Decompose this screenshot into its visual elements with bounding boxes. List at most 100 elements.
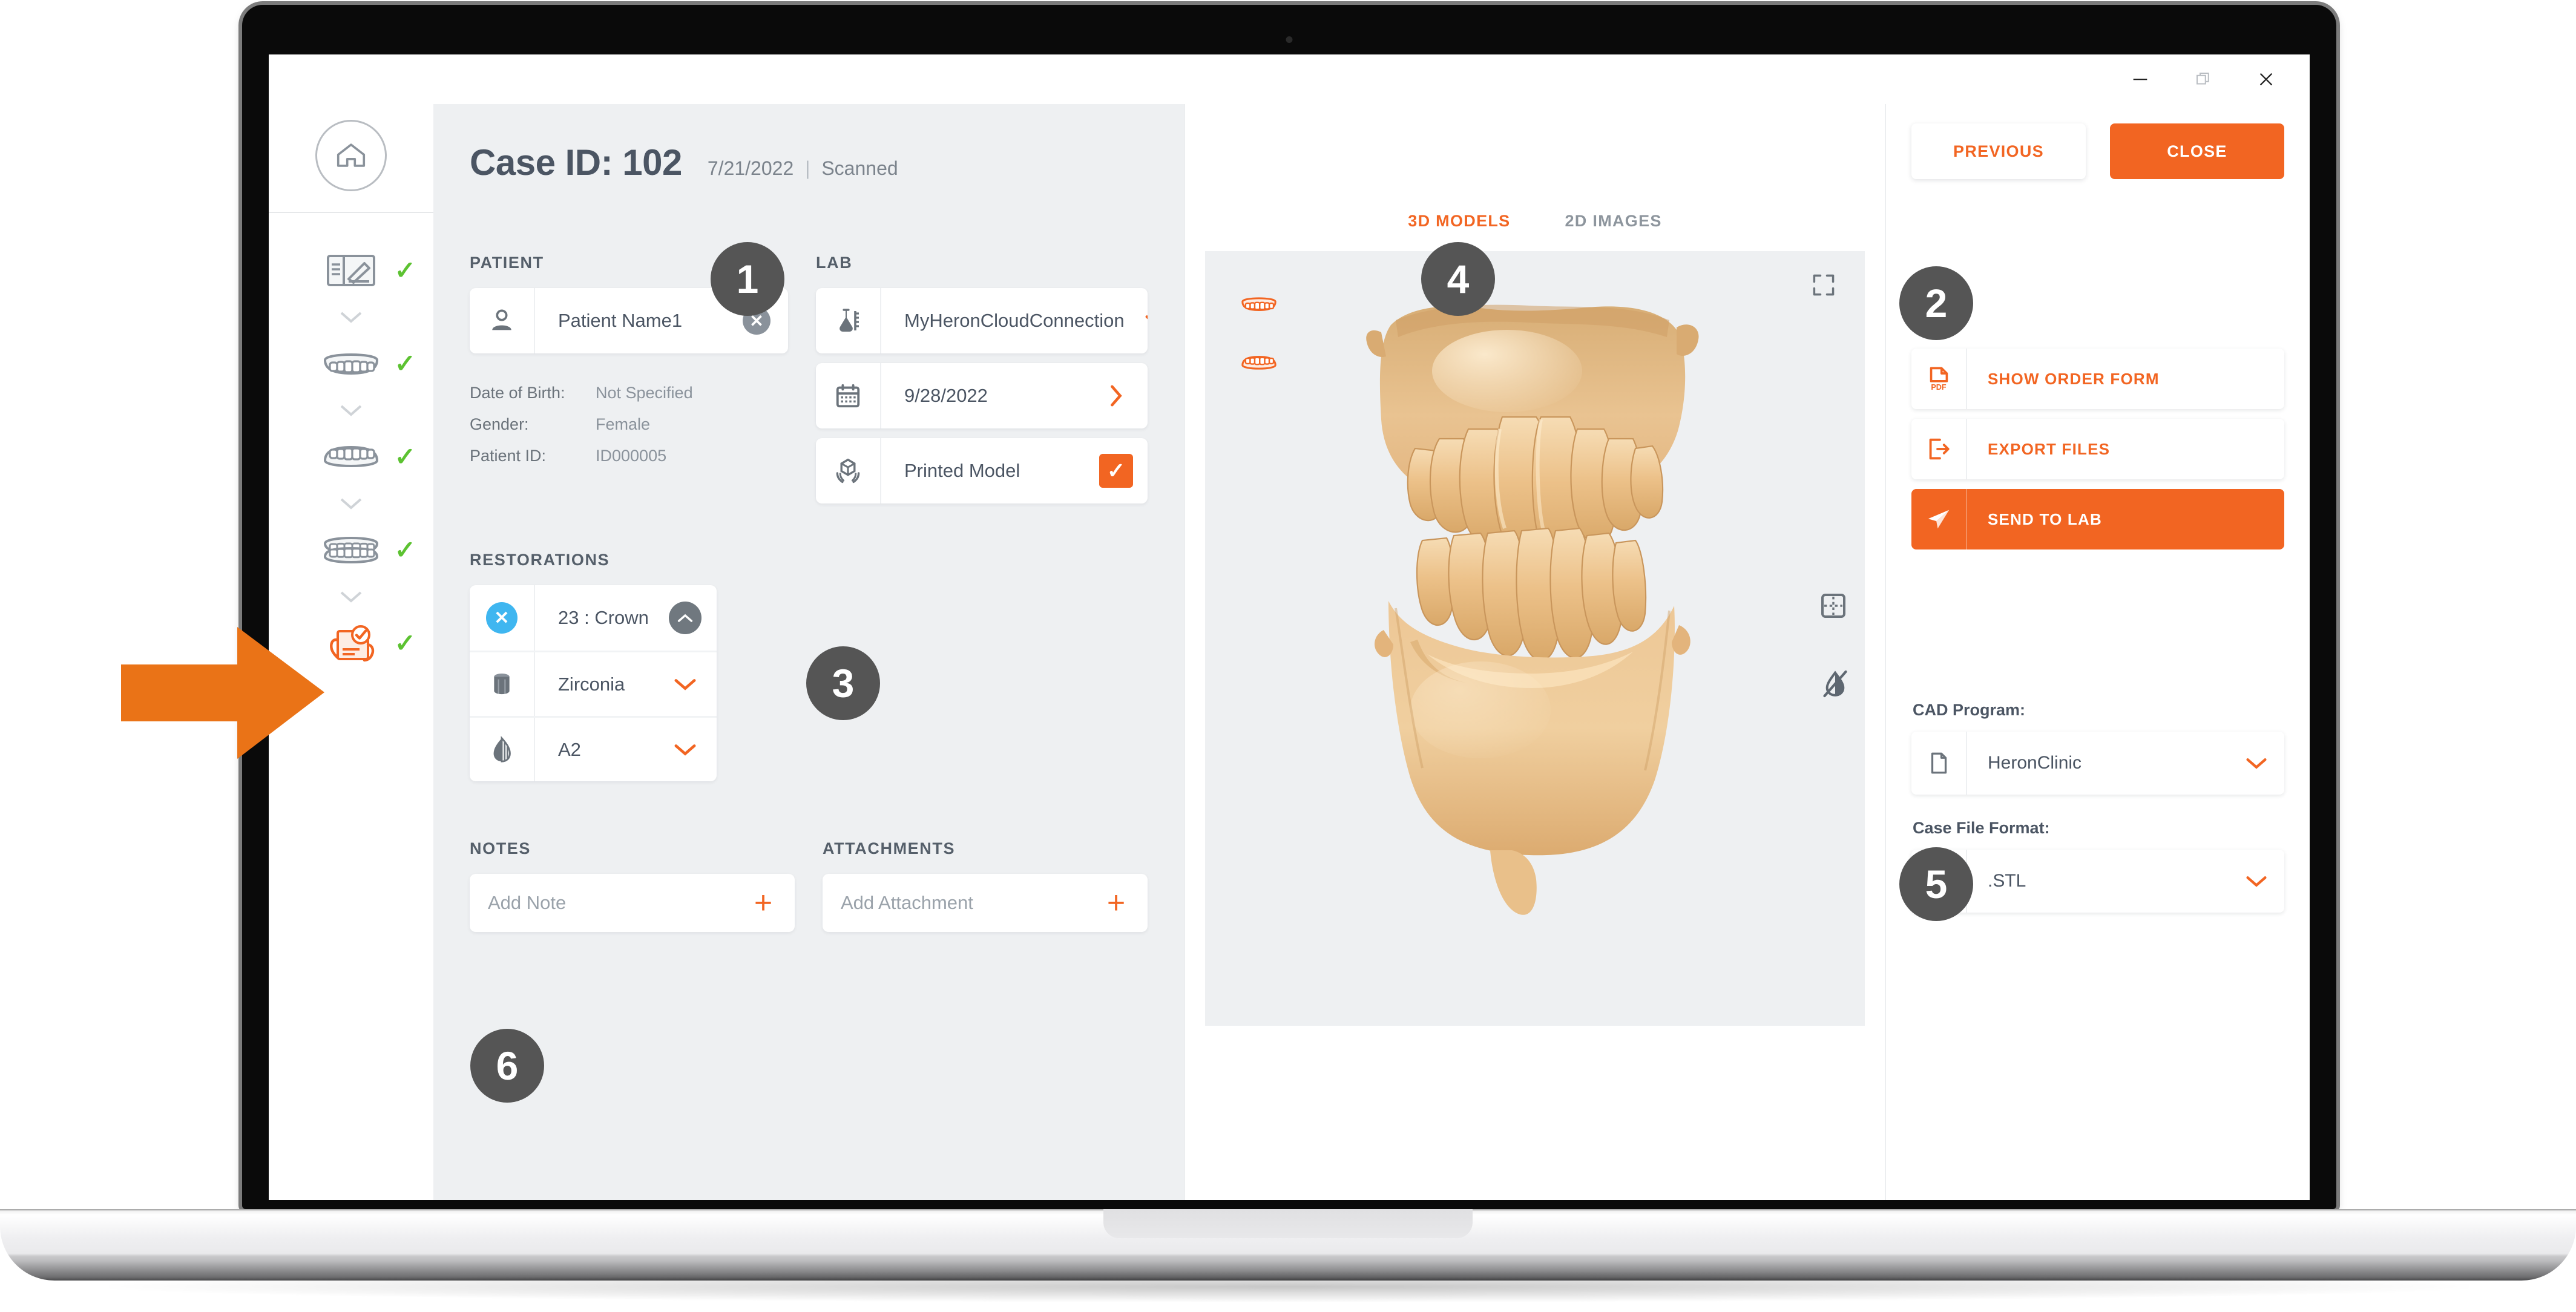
check-icon: ✓ xyxy=(1099,454,1133,488)
callout-badge-1: 1 xyxy=(711,242,784,316)
plus-icon: + xyxy=(1106,885,1126,920)
model-viewer-panel: 3D MODELS 2D IMAGES xyxy=(1184,104,1886,1200)
lab-due-date-next-button[interactable] xyxy=(1085,384,1148,407)
step-check-icon: ✓ xyxy=(394,442,416,471)
add-note-button[interactable]: + xyxy=(732,887,795,919)
app-window: ✓ ✓ ✓ ✓ ✓ Case ID: 102 7/21/2022 | Scann… xyxy=(269,54,2310,1200)
case-file-format-label: Case File Format: xyxy=(1913,819,2050,837)
callout-badge-4: 4 xyxy=(1421,242,1495,316)
add-attachment-placeholder: Add Attachment xyxy=(841,892,973,913)
tab-2d-images[interactable]: 2D IMAGES xyxy=(1565,212,1661,231)
calendar-icon xyxy=(816,363,881,428)
lower-arch-icon xyxy=(318,429,384,485)
detail-row: Patient ID: ID000005 xyxy=(470,441,788,472)
detail-label: Gender: xyxy=(470,415,529,433)
notes-attachments-columns: NOTES Add Note + ATTACHMENTS Add Attachm… xyxy=(470,839,1148,932)
expand-button[interactable] xyxy=(1810,272,1837,298)
previous-button[interactable]: PREVIOUS xyxy=(1911,123,2086,179)
upper-arch-toggle[interactable] xyxy=(1240,295,1278,314)
restoration-material-row[interactable]: Zirconia xyxy=(470,651,717,716)
notes-card: Add Note + xyxy=(470,874,795,932)
add-note-row[interactable]: Add Note + xyxy=(470,874,795,932)
close-button[interactable] xyxy=(2235,57,2298,101)
case-file-format-value: .STL xyxy=(1988,871,2026,891)
laptop-base-notch xyxy=(1103,1209,1473,1238)
minimize-button[interactable] xyxy=(2109,57,2172,101)
case-file-format-dropdown-button[interactable] xyxy=(2229,875,2284,888)
dental-model-3d[interactable] xyxy=(1347,284,1723,980)
restoration-material-dropdown-button[interactable] xyxy=(654,678,717,691)
step-check-icon: ✓ xyxy=(394,536,416,564)
add-attachment-button[interactable]: + xyxy=(1085,887,1148,919)
patient-lab-columns: PATIENT Patient Name1 ✕ Date of Birth: N… xyxy=(470,254,1148,503)
maximize-icon xyxy=(2196,73,2209,85)
sidebar-item-upper-arch[interactable]: ✓ xyxy=(281,330,421,397)
grid-button[interactable] xyxy=(1819,591,1848,620)
restorations-section-label: RESTORATIONS xyxy=(470,551,610,569)
restoration-tooth-row[interactable]: ✕ 23 : Crown xyxy=(470,585,717,651)
chevron-down-icon xyxy=(2246,758,2267,769)
detail-value: Female xyxy=(596,415,651,433)
cad-program-dropdown-button[interactable] xyxy=(2229,757,2284,770)
lab-column: LAB MyHeronCloudConnection 9/28/2022 Pri… xyxy=(816,254,1148,503)
step-chevron-icon-4 xyxy=(281,583,421,610)
grid-icon xyxy=(1821,594,1845,618)
printed-model-row[interactable]: Printed Model ✓ xyxy=(816,438,1148,503)
flask-icon xyxy=(816,288,881,353)
pointer-arrow-icon xyxy=(121,627,324,759)
expand-icon xyxy=(1813,274,1835,296)
export-files-button[interactable]: EXPORT FILES xyxy=(1911,419,2284,479)
navigation-buttons: PREVIOUS CLOSE xyxy=(1911,123,2284,179)
attachments-column: ATTACHMENTS Add Attachment + xyxy=(823,839,1148,932)
lab-due-date-value: 9/28/2022 xyxy=(904,385,988,406)
restoration-material-value: Zirconia xyxy=(558,673,625,695)
notes-section-label: NOTES xyxy=(470,839,531,858)
detail-row: Gender: Female xyxy=(470,409,788,441)
restoration-collapse-button[interactable] xyxy=(654,602,717,634)
restoration-shade-dropdown-button[interactable] xyxy=(654,743,717,756)
sidebar-item-order-form[interactable]: ✓ xyxy=(281,237,421,304)
laptop-shadow xyxy=(109,1271,2469,1302)
lab-due-date-row[interactable]: 9/28/2022 xyxy=(816,363,1148,428)
laptop-mockup: ✓ ✓ ✓ ✓ ✓ Case ID: 102 7/21/2022 | Scann… xyxy=(0,0,2576,1312)
lab-connection-row[interactable]: MyHeronCloudConnection xyxy=(816,288,1148,353)
lab-connection-dropdown-button[interactable] xyxy=(1125,314,1148,327)
attachments-card: Add Attachment + xyxy=(823,874,1148,932)
pdf-icon: PDF xyxy=(1911,349,1967,409)
remove-restoration-button[interactable]: ✕ xyxy=(470,585,535,651)
sidebar-item-bite[interactable]: ✓ xyxy=(281,517,421,583)
printed-model-checkbox[interactable]: ✓ xyxy=(1085,454,1148,488)
shade-icon xyxy=(470,718,535,781)
chevron-down-icon xyxy=(674,678,696,690)
send-to-lab-button[interactable]: SEND TO LAB xyxy=(1911,489,2284,549)
tab-3d-models[interactable]: 3D MODELS xyxy=(1408,212,1510,231)
step-chevron-icon-3 xyxy=(281,490,421,517)
lab-printed-model-card: Printed Model ✓ xyxy=(816,438,1148,503)
close-case-button[interactable]: CLOSE xyxy=(2110,123,2284,179)
chevron-right-icon xyxy=(1111,385,1122,407)
page-title: Case ID: 102 xyxy=(470,142,682,183)
show-order-form-button[interactable]: PDF SHOW ORDER FORM xyxy=(1911,349,2284,409)
action-list: PDF SHOW ORDER FORM EXPORT FILES SEND TO… xyxy=(1911,349,2284,549)
home-button[interactable] xyxy=(315,120,387,191)
restoration-shade-row[interactable]: A2 xyxy=(470,716,717,781)
printed-model-icon xyxy=(816,438,881,503)
viewer-tabs: 3D MODELS 2D IMAGES xyxy=(1408,212,1661,231)
viewer-stage[interactable] xyxy=(1205,251,1865,1026)
send-case-icon xyxy=(318,615,384,671)
chevron-down-icon xyxy=(674,744,696,756)
texture-toggle-button[interactable] xyxy=(1820,669,1850,699)
lower-arch-toggle[interactable] xyxy=(1240,353,1278,372)
cad-program-select[interactable]: HeronClinic xyxy=(1911,732,2284,795)
close-icon xyxy=(2259,73,2273,86)
callout-badge-5: 5 xyxy=(1899,847,1973,921)
home-icon xyxy=(337,143,366,167)
maximize-button[interactable] xyxy=(2172,57,2235,101)
export-icon xyxy=(1911,419,1967,479)
close-icon: ✕ xyxy=(486,602,518,634)
case-status: Scanned xyxy=(821,157,898,179)
sidebar-item-lower-arch[interactable]: ✓ xyxy=(281,424,421,490)
add-attachment-row[interactable]: Add Attachment + xyxy=(823,874,1148,932)
